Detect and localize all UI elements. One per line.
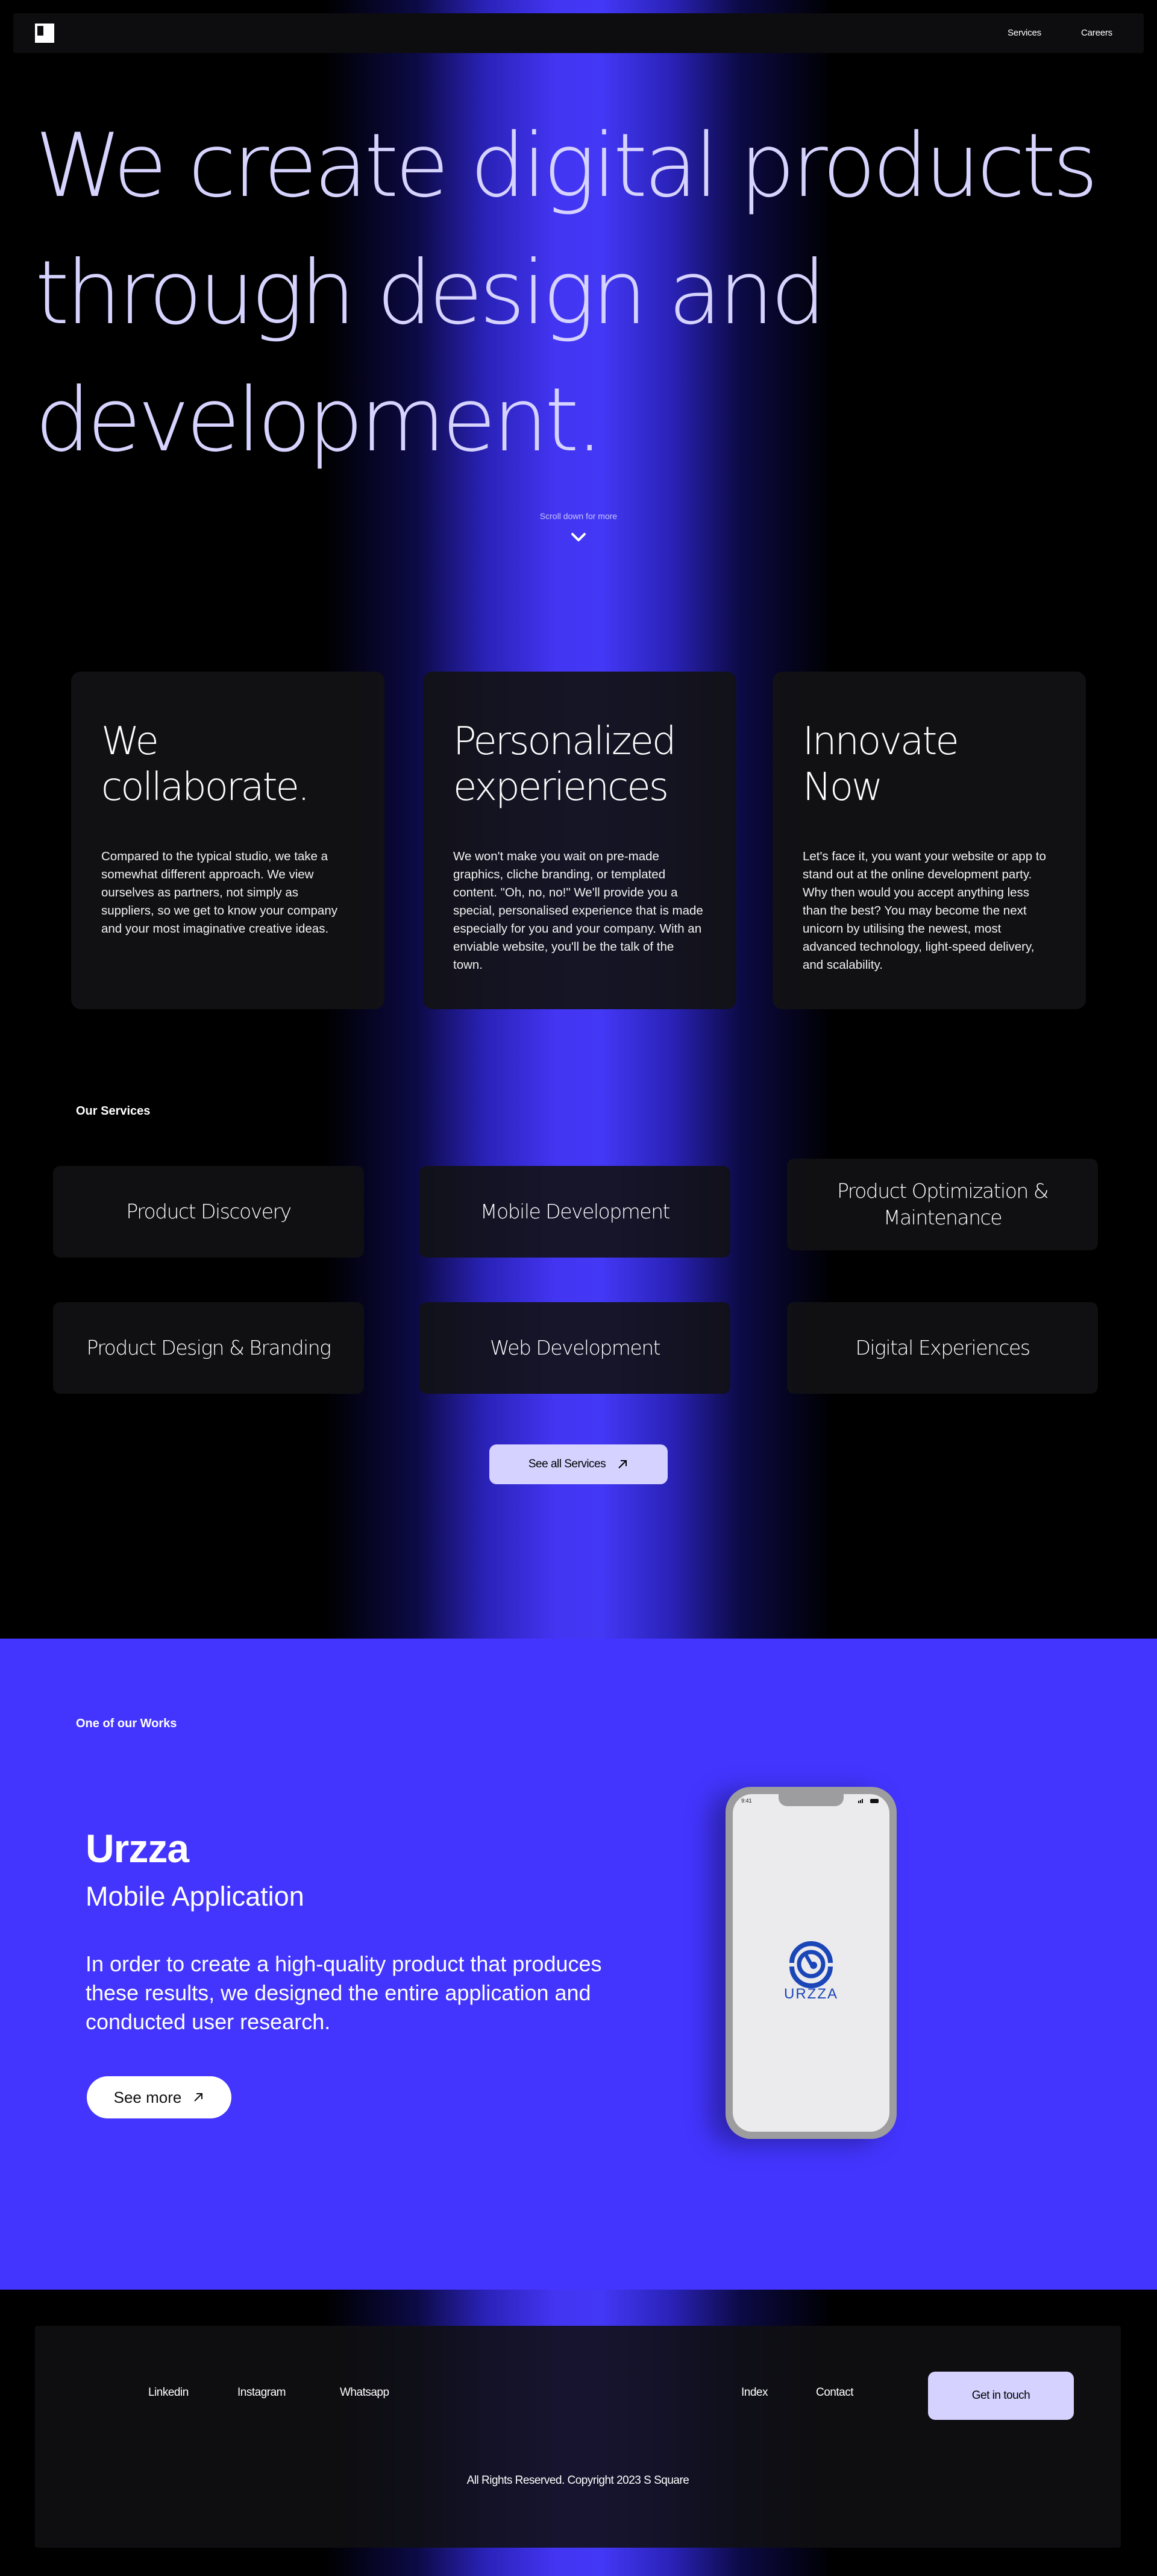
feature-card-innovate: Innovate Now Let's face it, you want you… — [773, 672, 1086, 1009]
service-label: Product Design & Branding — [86, 1336, 331, 1359]
featured-work-section: One of our Works Urzza Mobile Applicatio… — [0, 1639, 1157, 2290]
phone-mockup: 9:41 URZZA — [726, 1787, 897, 2139]
footer-link-index[interactable]: Index — [741, 2386, 768, 2399]
arrow-up-right-icon — [618, 1460, 627, 1469]
service-label: Mobile Development — [480, 1200, 670, 1223]
status-bar-icons — [858, 1799, 879, 1803]
footer-link-linkedin[interactable]: Linkedin — [148, 2386, 189, 2399]
work-description: In order to create a high-quality produc… — [86, 1951, 602, 2034]
work-section-label: One of our Works — [76, 1717, 177, 1730]
scroll-hint-text: Scroll down for more — [539, 511, 618, 521]
footer-link-contact[interactable]: Contact — [816, 2386, 853, 2399]
feature-title: We collaborate. — [101, 719, 310, 810]
nav-link-services[interactable]: Services — [1008, 28, 1041, 38]
see-all-services-label: See all Services — [528, 1458, 606, 1470]
see-more-button[interactable]: See more — [87, 2076, 231, 2118]
service-label: Product Discovery — [126, 1200, 292, 1223]
phone-notch — [779, 1794, 844, 1806]
footer-link-instagram[interactable]: Instagram — [237, 2386, 286, 2399]
service-card-digital-experiences[interactable]: Digital Experiences — [787, 1302, 1098, 1394]
nav-link-careers[interactable]: Careers — [1081, 28, 1112, 38]
service-label: Web Development — [489, 1336, 661, 1359]
feature-body: Let's face it, you want your website or … — [803, 849, 1046, 972]
hero-line-3: development. — [35, 369, 604, 471]
phone-screen: 9:41 URZZA — [733, 1794, 889, 2132]
hero-headline: We create digital products through desig… — [35, 102, 1120, 484]
feature-card-personalized: Personalized experiences We won't make y… — [423, 672, 736, 1009]
phone-status-time: 9:41 — [741, 1798, 752, 1804]
service-label: Product Optimization & Maintenance — [836, 1179, 1049, 1229]
feature-title: Personalized experiences — [453, 719, 676, 810]
get-in-touch-button[interactable]: Get in touch — [928, 2372, 1074, 2420]
service-card-product-discovery[interactable]: Product Discovery — [53, 1166, 364, 1258]
service-card-mobile-development[interactable]: Mobile Development — [419, 1166, 730, 1258]
footer-link-whatsapp[interactable]: Whatsapp — [340, 2386, 389, 2399]
work-subtitle: Mobile Application — [86, 1881, 304, 1912]
feature-card-collaborate: We collaborate. Compared to the typical … — [71, 672, 384, 1009]
app-name-text: URZZA — [784, 1986, 838, 2002]
service-card-product-optimization[interactable]: Product Optimization & Maintenance — [787, 1159, 1098, 1250]
hero-line-1: We create digital products — [35, 115, 1099, 217]
top-navigation-bar: Services Careers — [13, 13, 1144, 53]
site-footer: Linkedin Instagram Whatsapp Index Contac… — [35, 2326, 1121, 2548]
feature-body: Compared to the typical studio, we take … — [101, 849, 337, 936]
copyright-text: All Rights Reserved. Copyright 2023 S Sq… — [466, 2474, 689, 2487]
service-card-web-development[interactable]: Web Development — [419, 1302, 730, 1394]
brand-logo-icon[interactable] — [35, 24, 54, 43]
service-label: Digital Experiences — [855, 1336, 1030, 1359]
hero-line-2: through design and — [35, 242, 826, 344]
service-card-product-design[interactable]: Product Design & Branding — [53, 1302, 364, 1394]
urzza-logo-icon — [789, 1941, 833, 1988]
feature-title: Innovate Now — [803, 719, 959, 810]
see-all-services-button[interactable]: See all Services — [489, 1444, 668, 1484]
feature-body: We won't make you wait on pre-made graph… — [453, 849, 703, 972]
arrow-up-right-icon — [194, 2093, 203, 2102]
see-more-label: See more — [113, 2088, 182, 2106]
chevron-down-icon[interactable] — [569, 531, 588, 545]
work-title: Urzza — [86, 1826, 189, 1871]
services-section-label: Our Services — [76, 1104, 151, 1118]
